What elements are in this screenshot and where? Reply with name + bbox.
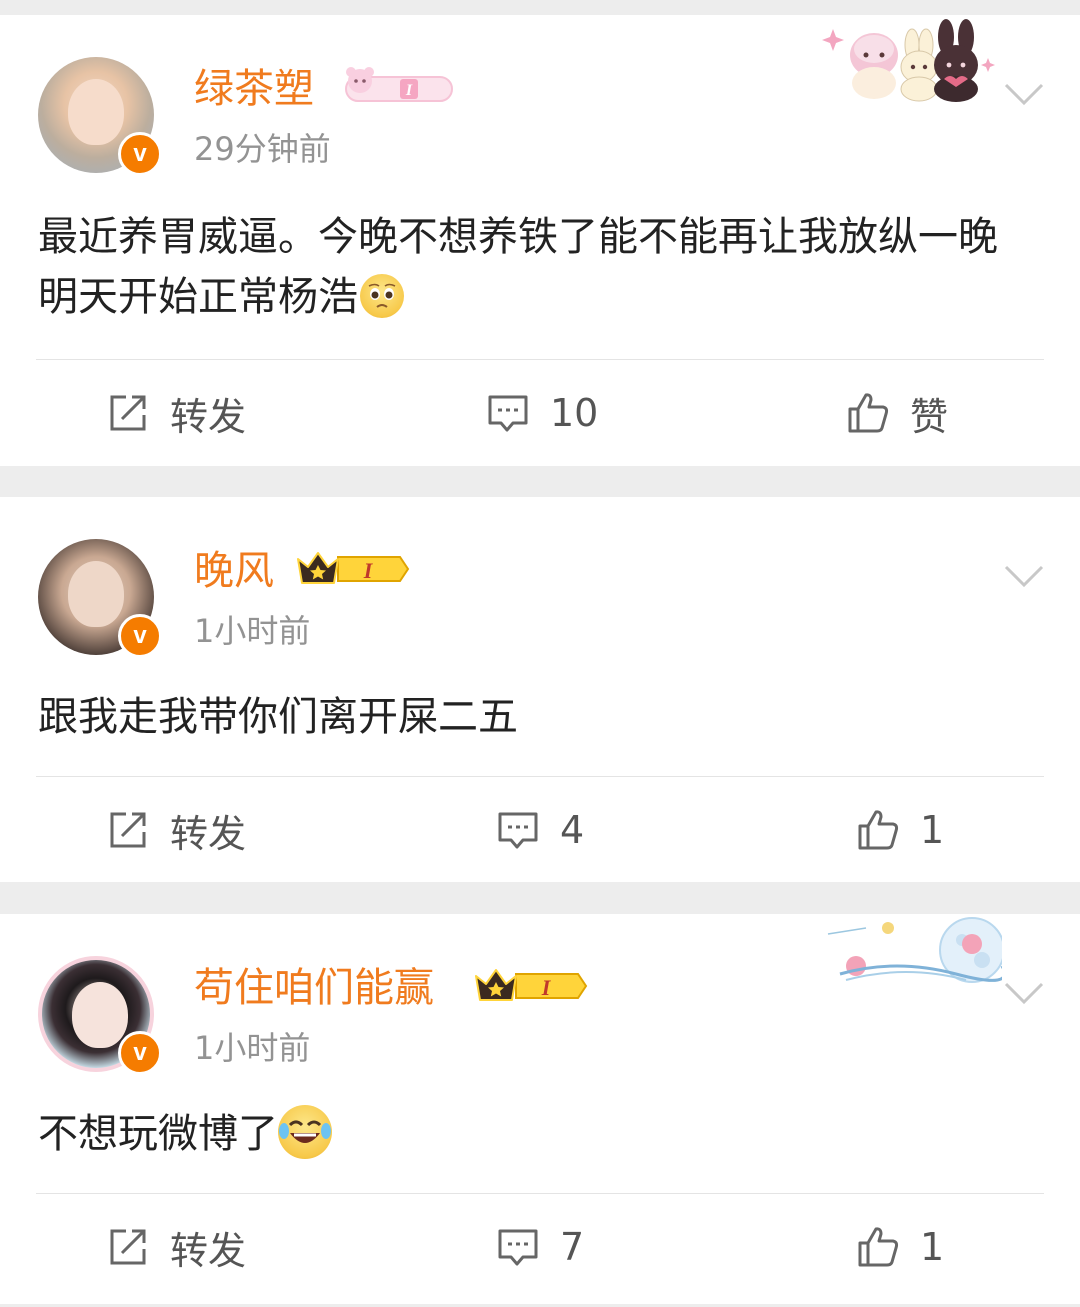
repost-button[interactable]: 转发 xyxy=(106,360,246,466)
bear-level-badge-icon: I xyxy=(345,67,453,102)
comment-button[interactable]: 10 xyxy=(486,360,598,466)
post-card: v 晚风 I 1小时前 跟我走我带你们离开屎二五 转发 4 1 xyxy=(0,497,1080,882)
comment-icon xyxy=(498,1229,538,1266)
username[interactable]: 苟住咱们能赢 xyxy=(194,964,434,1012)
post-card: v 苟住咱们能赢 I 1小时前 不想玩微博了 转发 7 1 xyxy=(0,914,1080,1304)
pleading-emoji-icon xyxy=(360,274,404,318)
verified-badge-icon: v xyxy=(118,1031,162,1075)
comment-button[interactable]: 4 xyxy=(496,777,584,883)
action-bar: 转发 10 赞 xyxy=(0,360,1080,466)
comment-icon xyxy=(498,812,538,849)
post-card: v 绿茶塑 I 29分钟前 最近养胃威逼。今晚不想养铁了能不能再让我放纵一晚 明… xyxy=(0,15,1080,466)
timestamp: 1小时前 xyxy=(194,612,311,650)
repost-icon xyxy=(110,1229,146,1265)
like-button[interactable]: 1 xyxy=(856,1194,944,1300)
chevron-down-icon[interactable] xyxy=(1002,553,1046,597)
like-button[interactable]: 赞 xyxy=(846,360,948,466)
repost-button[interactable]: 转发 xyxy=(106,1194,246,1300)
moon-roses-decoration-icon xyxy=(827,917,1002,983)
svg-text:I: I xyxy=(363,558,374,583)
post-text: 跟我走我带你们离开屎二五 xyxy=(38,694,518,740)
repost-icon xyxy=(110,812,146,848)
crown-level-badge-icon: I xyxy=(475,969,588,1001)
repost-button[interactable]: 转发 xyxy=(106,777,246,883)
like-icon xyxy=(848,393,889,433)
like-icon xyxy=(858,810,899,850)
verified-badge-icon: v xyxy=(118,132,162,176)
timestamp: 29分钟前 xyxy=(194,130,331,168)
action-bar: 转发 7 1 xyxy=(0,1194,1080,1300)
svg-text:I: I xyxy=(541,975,552,1000)
comment-icon xyxy=(488,395,528,432)
comment-count: 4 xyxy=(560,808,585,852)
chevron-down-icon[interactable] xyxy=(1002,71,1046,115)
repost-label: 转发 xyxy=(170,394,247,439)
timestamp: 1小时前 xyxy=(194,1029,311,1067)
action-bar: 转发 4 1 xyxy=(0,777,1080,883)
chevron-down-icon[interactable] xyxy=(1002,970,1046,1014)
comment-count: 10 xyxy=(550,391,599,435)
plush-toys-decoration-icon xyxy=(822,19,995,102)
repost-label: 转发 xyxy=(170,1228,247,1273)
username[interactable]: 绿茶塑 xyxy=(194,65,314,113)
repost-icon xyxy=(110,395,146,431)
svg-text:I: I xyxy=(405,82,413,99)
laughing-tears-emoji-icon xyxy=(278,1105,332,1159)
post-text: 最近养胃威逼。今晚不想养铁了能不能再让我放纵一晚 明天开始正常杨浩 xyxy=(38,214,998,320)
comment-count: 7 xyxy=(560,1225,585,1269)
verified-badge-icon: v xyxy=(118,614,162,658)
like-count: 1 xyxy=(920,808,945,852)
post-text: 不想玩微博了 xyxy=(38,1104,1044,1164)
like-label: 赞 xyxy=(910,394,949,439)
like-count: 1 xyxy=(920,1225,945,1269)
like-icon xyxy=(858,1227,899,1267)
crown-level-badge-icon: I xyxy=(297,552,410,584)
comment-button[interactable]: 7 xyxy=(496,1194,584,1300)
repost-label: 转发 xyxy=(170,811,247,856)
username[interactable]: 晚风 xyxy=(194,547,274,595)
like-button[interactable]: 1 xyxy=(856,777,944,883)
weibo-feed: v 绿茶塑 I 29分钟前 最近养胃威逼。今晚不想养铁了能不能再让我放纵一晚 明… xyxy=(0,0,1080,1307)
